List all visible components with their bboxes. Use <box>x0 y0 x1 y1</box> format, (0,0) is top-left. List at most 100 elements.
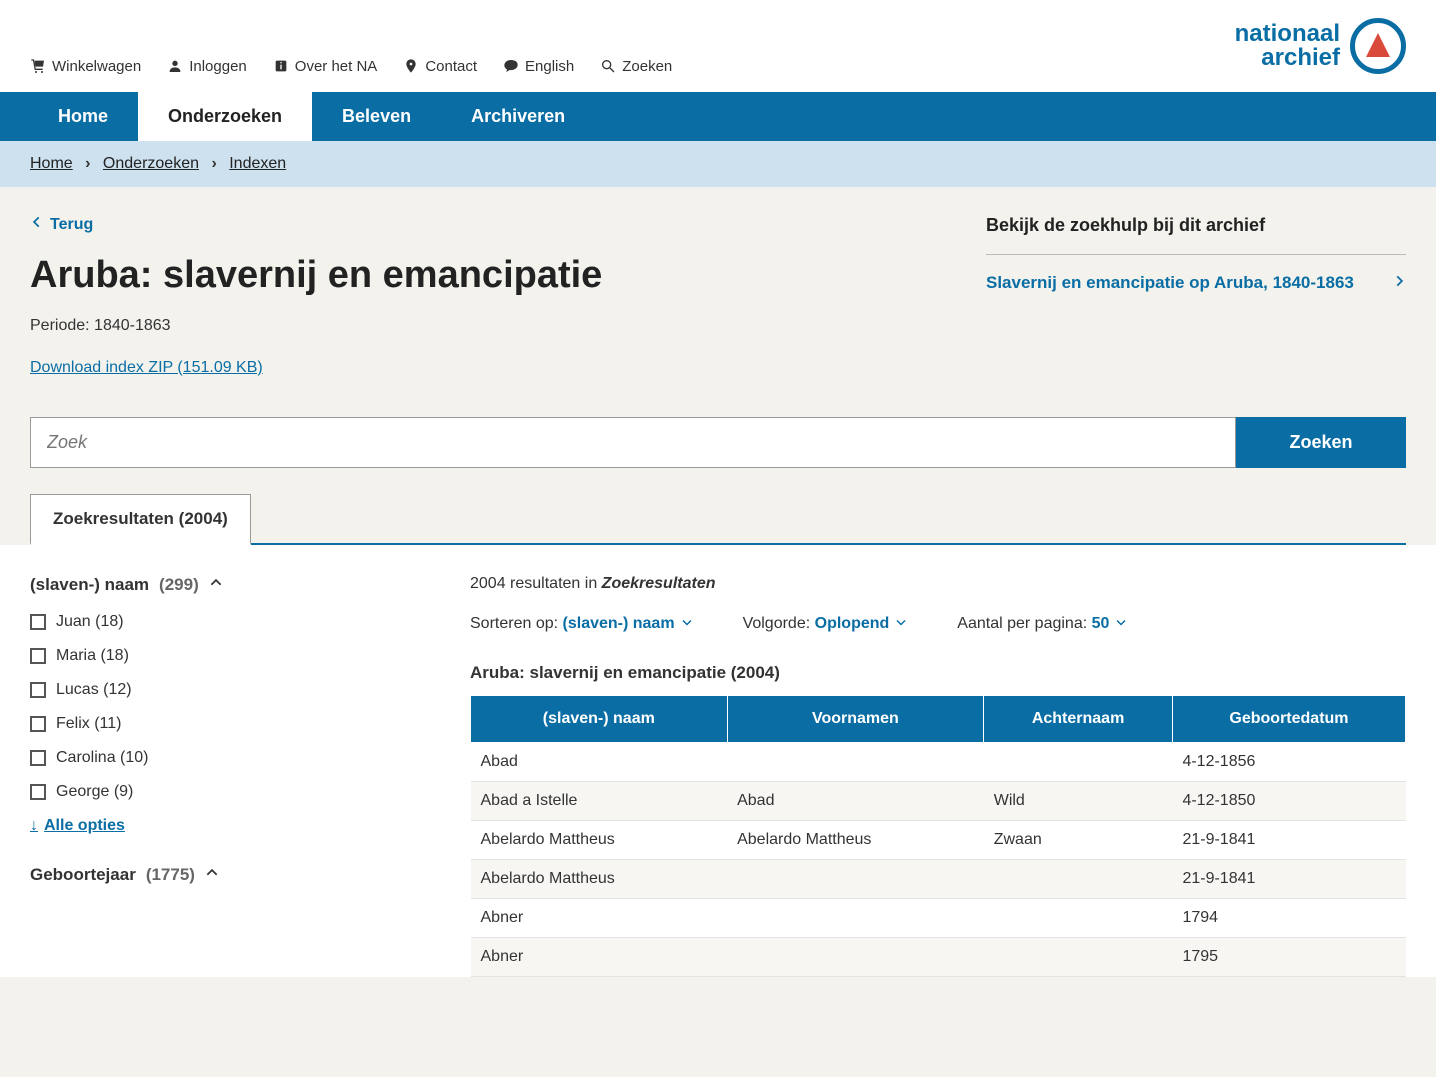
logo-line2: archief <box>1235 46 1340 70</box>
table-cell: Zwaan <box>984 821 1173 860</box>
table-row[interactable]: Abner1794 <box>471 899 1406 938</box>
facet-item-label: Felix (11) <box>56 715 122 733</box>
order-control[interactable]: Volgorde: Oplopend <box>743 615 908 633</box>
contact-label: Contact <box>425 58 477 75</box>
table-cell: 1795 <box>1172 938 1405 977</box>
crumb-home[interactable]: Home <box>30 155 73 172</box>
login-label: Inloggen <box>189 58 247 75</box>
english-label: English <box>525 58 574 75</box>
tab-label: Zoekresultaten <box>53 509 174 528</box>
arrow-down-icon: ↓ <box>30 817 38 835</box>
table-cell <box>727 899 984 938</box>
table-title: Aruba: slavernij en emancipatie (2004) <box>470 663 1406 683</box>
nav-archiveren[interactable]: Archiveren <box>441 92 595 141</box>
chevron-up-icon <box>205 865 219 885</box>
table-row[interactable]: Abelardo Mattheus21-9-1841 <box>471 860 1406 899</box>
facet-item[interactable]: George (9) <box>30 783 410 801</box>
results-count: 2004 resultaten in Zoekresultaten <box>470 575 1406 593</box>
table-cell: Abelardo Mattheus <box>471 821 728 860</box>
sort-control[interactable]: Sorteren op: (slaven-) naam <box>470 615 693 633</box>
divider <box>986 254 1406 255</box>
facet-item[interactable]: Lucas (12) <box>30 681 410 699</box>
table-cell: Abelardo Mattheus <box>727 821 984 860</box>
table-cell <box>984 938 1173 977</box>
tab-count: (2004) <box>179 509 228 528</box>
table-cell: 21-9-1841 <box>1172 860 1405 899</box>
facet-item[interactable]: Juan (18) <box>30 613 410 631</box>
results-count-target: Zoekresultaten <box>602 575 716 592</box>
facet-group: Geboortejaar (1775) <box>30 865 410 885</box>
table-header[interactable]: Voornamen <box>727 696 984 743</box>
checkbox-icon <box>30 614 46 630</box>
facet-all-options-label: Alle opties <box>44 817 125 835</box>
facet-item[interactable]: Maria (18) <box>30 647 410 665</box>
facet-title-count: (299) <box>159 575 199 595</box>
table-cell <box>984 743 1173 782</box>
order-label: Volgorde: <box>743 615 811 632</box>
table-cell: Wild <box>984 782 1173 821</box>
results-count-text: resultaten in <box>510 575 597 592</box>
download-link[interactable]: Download index ZIP (151.09 KB) <box>30 359 263 376</box>
table-header[interactable]: Achternaam <box>984 696 1173 743</box>
search-input[interactable] <box>30 417 1236 468</box>
chevron-up-icon <box>209 575 223 595</box>
table-row[interactable]: Abner 1795 <box>471 938 1406 977</box>
logo[interactable]: nationaal archief <box>1235 18 1406 74</box>
facet-title[interactable]: Geboortejaar (1775) <box>30 865 410 885</box>
table-cell <box>984 860 1173 899</box>
table-cell: Abner <box>471 938 728 977</box>
table-cell <box>727 743 984 782</box>
table-header[interactable]: (slaven-) naam <box>471 696 728 743</box>
logo-mark-icon <box>1350 18 1406 74</box>
chevron-down-icon <box>1115 615 1127 633</box>
table-cell: Abad a Istelle <box>471 782 728 821</box>
breadcrumb: Home › Onderzoeken › Indexen <box>0 141 1436 187</box>
table-cell: Abad <box>471 743 728 782</box>
crumb-indexen[interactable]: Indexen <box>229 155 286 172</box>
facet-title-label: (slaven-) naam <box>30 575 149 595</box>
results-table: (slaven-) naamVoornamenAchternaamGeboort… <box>470 695 1406 977</box>
contact-link[interactable]: Contact <box>403 58 477 75</box>
perpage-label: Aantal per pagina: <box>957 615 1087 632</box>
info-icon <box>273 58 289 74</box>
checkbox-icon <box>30 648 46 664</box>
back-link[interactable]: Terug <box>30 215 93 234</box>
english-link[interactable]: English <box>503 58 574 75</box>
about-link[interactable]: Over het NA <box>273 58 378 75</box>
sort-label: Sorteren op: <box>470 615 558 632</box>
nav-onderzoeken[interactable]: Onderzoeken <box>138 92 312 141</box>
table-row[interactable]: Abelardo MattheusAbelardo MattheusZwaan2… <box>471 821 1406 860</box>
facet-title[interactable]: (slaven-) naam (299) <box>30 575 410 595</box>
table-row[interactable]: Abad4-12-1856 <box>471 743 1406 782</box>
tab-results[interactable]: Zoekresultaten (2004) <box>30 494 251 545</box>
chevron-left-icon <box>30 215 44 234</box>
facet-title-label: Geboortejaar <box>30 865 136 885</box>
perpage-value: 50 <box>1092 615 1110 633</box>
period: Periode: 1840-1863 <box>30 317 946 335</box>
table-header[interactable]: Geboortedatum <box>1172 696 1405 743</box>
perpage-control[interactable]: Aantal per pagina: 50 <box>957 615 1127 633</box>
top-search-link[interactable]: Zoeken <box>600 58 672 75</box>
facet-all-options[interactable]: ↓ Alle opties <box>30 817 410 835</box>
table-cell: 1794 <box>1172 899 1405 938</box>
crumb-onderzoeken[interactable]: Onderzoeken <box>103 155 199 172</box>
checkbox-icon <box>30 784 46 800</box>
sort-value: (slaven-) naam <box>563 615 675 633</box>
checkbox-icon <box>30 682 46 698</box>
login-link[interactable]: Inloggen <box>167 58 247 75</box>
chevron-right-icon: › <box>211 155 216 172</box>
cart-label: Winkelwagen <box>52 58 141 75</box>
facet-item[interactable]: Felix (11) <box>30 715 410 733</box>
results-count-number: 2004 <box>470 575 506 592</box>
side-link[interactable]: Slavernij en emancipatie op Aruba, 1840-… <box>986 273 1406 293</box>
cart-link[interactable]: Winkelwagen <box>30 58 141 75</box>
facet-item-label: Lucas (12) <box>56 681 132 699</box>
nav-home[interactable]: Home <box>28 92 138 141</box>
chevron-down-icon <box>681 615 693 633</box>
search-button[interactable]: Zoeken <box>1236 417 1406 468</box>
checkbox-icon <box>30 716 46 732</box>
nav-beleven[interactable]: Beleven <box>312 92 441 141</box>
pin-icon <box>403 58 419 74</box>
facet-item[interactable]: Carolina (10) <box>30 749 410 767</box>
table-row[interactable]: Abad a IstelleAbadWild4-12-1850 <box>471 782 1406 821</box>
